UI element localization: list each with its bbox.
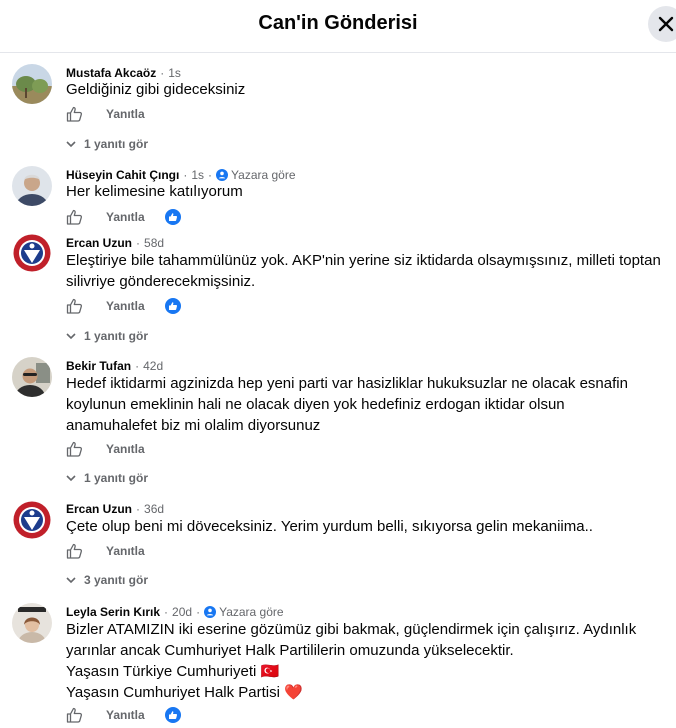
- comment-text: Bizler ATAMIZIN iki eserine gözümüz gibi…: [66, 621, 637, 701]
- author-name[interactable]: Mustafa Akcaöz: [66, 66, 156, 80]
- thumbs-up-icon: [66, 298, 83, 314]
- reply-button[interactable]: Yanıtla: [106, 107, 145, 121]
- chevron-down-icon: [66, 474, 76, 481]
- avatar[interactable]: [12, 357, 52, 397]
- like-reaction-badge[interactable]: [164, 298, 181, 314]
- avatar[interactable]: [12, 603, 52, 643]
- comment-text: Çete olup beni mi döveceksiniz. Yerim yu…: [66, 518, 593, 535]
- comment-text: Geldiğiniz gibi gideceksiniz: [66, 81, 246, 98]
- comment-meta: Ercan Uzun · 58d: [66, 236, 165, 250]
- author-name[interactable]: Hüseyin Cahit Çıngı: [66, 168, 179, 182]
- comment-meta: Leyla Serin Kırık · 20d · Yazara göre: [66, 605, 284, 619]
- like-button[interactable]: [66, 706, 84, 724]
- reply-button[interactable]: Yanıtla: [106, 210, 145, 224]
- comment-time[interactable]: 1s: [191, 168, 204, 182]
- comment-time[interactable]: 1s: [168, 66, 181, 80]
- comment-text: Eleştiriye bile tahammülünüz yok. AKP'ni…: [66, 252, 661, 290]
- comment-text: Hedef iktidarmi agzinizda hep yeni parti…: [66, 375, 628, 434]
- like-button[interactable]: [66, 440, 84, 458]
- like-reaction-icon: [164, 209, 181, 225]
- comment-actions: Yanıtla: [66, 439, 145, 459]
- like-button[interactable]: [66, 542, 84, 560]
- thumbs-up-icon: [66, 543, 83, 559]
- comment-actions: Yanıtla: [66, 705, 181, 725]
- page-title: Can'in Gönderisi: [258, 12, 418, 34]
- author-name[interactable]: Bekir Tufan: [66, 359, 131, 373]
- comment-meta: Bekir Tufan · 42d: [66, 359, 164, 373]
- view-replies-button[interactable]: 1 yanıtı gör: [66, 471, 148, 485]
- comment-meta: Mustafa Akcaöz · 1s: [66, 66, 181, 80]
- comment-actions: Yanıtla: [66, 541, 145, 561]
- comment-actions: Yanıtla: [66, 104, 145, 124]
- comment-time[interactable]: 36d: [144, 502, 164, 516]
- chevron-down-icon: [66, 140, 76, 147]
- like-reaction-icon: [164, 298, 181, 314]
- author-name[interactable]: Ercan Uzun: [66, 502, 132, 516]
- reply-button[interactable]: Yanıtla: [106, 544, 145, 558]
- verified-person-icon: [204, 606, 217, 618]
- view-replies-button[interactable]: 3 yanıtı gör: [66, 573, 148, 587]
- author-badge: Yazara göre: [216, 168, 296, 182]
- close-icon: [658, 16, 674, 32]
- comment-actions: Yanıtla: [66, 207, 181, 227]
- comment-meta: Hüseyin Cahit Çıngı · 1s · Yazara göre: [66, 168, 296, 182]
- avatar[interactable]: [12, 64, 52, 104]
- thumbs-up-icon: [66, 106, 83, 122]
- post-header: Can'in Gönderisi: [0, 0, 676, 53]
- avatar[interactable]: [12, 166, 52, 206]
- chevron-down-icon: [66, 576, 76, 583]
- chevron-down-icon: [66, 332, 76, 339]
- thumbs-up-icon: [66, 707, 83, 723]
- comment-time[interactable]: 58d: [144, 236, 164, 250]
- reply-button[interactable]: Yanıtla: [106, 442, 145, 456]
- like-reaction-badge[interactable]: [164, 209, 181, 225]
- view-replies-button[interactable]: 1 yanıtı gör: [66, 137, 148, 151]
- author-name[interactable]: Leyla Serin Kırık: [66, 605, 160, 619]
- comment-meta: Ercan Uzun · 36d: [66, 502, 165, 516]
- avatar[interactable]: [12, 500, 52, 540]
- thumbs-up-icon: [66, 441, 83, 457]
- verified-person-icon: [216, 169, 229, 181]
- like-button[interactable]: [66, 208, 84, 226]
- comment-text: Her kelimesine katılıyorum: [66, 183, 243, 200]
- like-reaction-icon: [164, 707, 181, 723]
- thumbs-up-icon: [66, 209, 83, 225]
- comment-time[interactable]: 20d: [172, 605, 192, 619]
- like-button[interactable]: [66, 105, 84, 123]
- author-name[interactable]: Ercan Uzun: [66, 236, 132, 250]
- view-replies-button[interactable]: 1 yanıtı gör: [66, 329, 148, 343]
- author-badge: Yazara göre: [204, 605, 284, 619]
- like-button[interactable]: [66, 297, 84, 315]
- like-reaction-badge[interactable]: [164, 707, 181, 723]
- reply-button[interactable]: Yanıtla: [106, 708, 145, 722]
- comment-actions: Yanıtla: [66, 296, 181, 316]
- comment-time[interactable]: 42d: [143, 359, 163, 373]
- avatar[interactable]: [12, 233, 52, 273]
- close-button[interactable]: [648, 6, 676, 42]
- reply-button[interactable]: Yanıtla: [106, 299, 145, 313]
